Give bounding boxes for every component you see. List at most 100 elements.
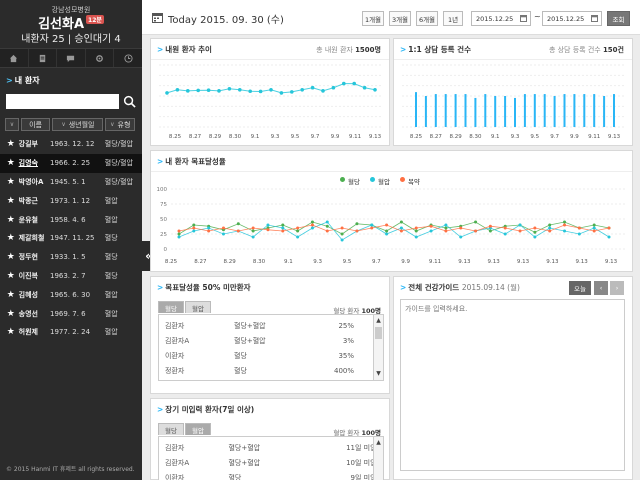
period-1-month-button[interactable]: 1개월 <box>362 11 384 26</box>
scrollbar[interactable]: ▲ <box>373 437 383 480</box>
patient-name[interactable]: 강길부 <box>19 139 50 149</box>
star-icon[interactable]: ★ <box>3 233 19 243</box>
table-row[interactable]: 이환자 혈당 35% <box>159 348 383 363</box>
patient-name[interactable]: 허원제 <box>19 327 50 337</box>
health-guide-input[interactable] <box>400 299 625 471</box>
table-row[interactable]: 이환자 혈당 9일 미입력 <box>159 470 383 480</box>
star-icon[interactable]: ★ <box>3 196 19 206</box>
bar <box>533 94 536 127</box>
patient-row[interactable]: ★ 송영선 1969. 7. 6 혈압 <box>0 304 142 323</box>
data-point <box>592 226 596 230</box>
data-point <box>342 81 346 86</box>
period-3-month-button[interactable]: 3개월 <box>389 11 411 26</box>
table-row[interactable]: 정환자 혈당 400% <box>159 363 383 378</box>
column-birth[interactable]: ∨ 생년월일 <box>52 118 104 131</box>
column-birth-label: 생년월일 <box>68 120 95 129</box>
y-tick-label: 0 <box>164 247 168 253</box>
period-6-month-button[interactable]: 6개월 <box>416 11 438 26</box>
column-name[interactable]: 이름 <box>20 118 51 131</box>
search-icon[interactable] <box>122 94 137 109</box>
patient-name[interactable]: 박종근 <box>19 196 50 206</box>
patient-name[interactable]: 김혜성 <box>19 290 50 300</box>
star-icon[interactable]: ★ <box>3 158 19 168</box>
chevron-left-icon: ‹ <box>599 284 603 292</box>
row-name: 김환자A <box>165 458 190 467</box>
patient-row[interactable]: ★ 제갈희철 1947. 11. 25 혈당 <box>0 229 142 248</box>
patient-stats[interactable]: 내환자 25 | 승인대기 4 <box>0 30 142 45</box>
row-type: 혈당+혈압 <box>234 336 266 345</box>
data-point <box>266 223 270 227</box>
tab-glucose[interactable]: 혈당 <box>158 301 184 313</box>
patient-trend-title: > 내원 환자 추이 <box>157 44 212 55</box>
scroll-thumb[interactable] <box>375 327 382 339</box>
patient-birth: 1973. 1. 12 <box>49 196 91 205</box>
table-row[interactable]: 김환자A 혈당+혈압 10일 미입력 <box>159 455 383 470</box>
patient-search-input[interactable] <box>6 94 119 109</box>
today-button[interactable]: 오늘 <box>569 281 591 295</box>
table-row[interactable]: 김환자A 혈당+혈압 3% <box>159 333 383 348</box>
scroll-down-icon[interactable]: ▼ <box>374 370 383 378</box>
patient-name[interactable]: 박영아A <box>19 177 50 187</box>
patient-row[interactable]: ★ 박종근 1973. 1. 12 혈압 <box>0 191 142 210</box>
star-icon[interactable]: ★ <box>3 327 19 337</box>
scroll-up-icon[interactable]: ▲ <box>374 317 383 325</box>
data-point <box>310 85 315 90</box>
bar <box>454 94 457 127</box>
star-icon[interactable]: ★ <box>3 290 19 300</box>
settings-icon[interactable] <box>86 49 115 67</box>
next-day-button[interactable]: › <box>610 281 624 295</box>
table-row[interactable]: 김환자 혈당+혈압 11일 미입력 <box>159 440 383 455</box>
patient-row[interactable]: ★ 이진복 1963. 2. 7 혈당 <box>0 267 142 286</box>
patient-type: 혈압 <box>104 309 118 318</box>
row-value: 3% <box>342 336 354 345</box>
table-row[interactable]: 김환자 혈당+혈압 25% <box>159 318 383 333</box>
under50-tabs: 혈당 혈압 <box>158 301 212 313</box>
column-name-label: 이름 <box>29 120 42 129</box>
star-icon[interactable]: ★ <box>3 309 19 319</box>
star-icon[interactable]: ★ <box>3 252 19 262</box>
patient-trend-total-value: 1500명 <box>355 46 381 54</box>
period-1-year-button[interactable]: 1년 <box>443 11 463 26</box>
patient-name[interactable]: 김영숙 <box>19 158 50 168</box>
scrollbar[interactable]: ▲ ▼ <box>373 315 383 380</box>
notification-badge[interactable]: 12분 <box>86 15 104 24</box>
star-icon[interactable]: ★ <box>3 271 19 281</box>
column-type[interactable]: ∨ 유형 <box>105 118 136 131</box>
scroll-up-icon[interactable]: ▲ <box>374 439 383 447</box>
patient-row[interactable]: ★ 강길부 1963. 12. 12 혈당/혈압 <box>0 135 142 154</box>
x-tick-label: 9.9 <box>401 259 410 265</box>
prev-day-button[interactable]: ‹ <box>594 281 608 295</box>
x-tick-label: 9.13 <box>608 134 621 140</box>
patient-name[interactable]: 윤유철 <box>19 215 50 225</box>
sort-toggle[interactable]: ∨ <box>5 118 19 131</box>
tab-glucose[interactable]: 혈당 <box>158 423 184 435</box>
patient-row[interactable]: ★ 박영아A 1945. 5. 1 혈당/혈압 <box>0 173 142 192</box>
search-button[interactable]: 조회 <box>607 11 630 26</box>
patient-name[interactable]: 제갈희철 <box>19 233 50 243</box>
patient-type: 혈압 <box>104 328 118 337</box>
row-name: 정환자 <box>165 366 185 375</box>
data-point <box>340 226 344 230</box>
arrow-icon: > <box>157 157 164 166</box>
data-point <box>399 220 403 224</box>
tab-pressure[interactable]: 혈압 <box>184 423 211 435</box>
patient-row[interactable]: ★ 허원제 1977. 2. 24 혈압 <box>0 323 142 342</box>
patient-name[interactable]: 정두현 <box>19 252 50 262</box>
patient-row[interactable]: ★ 김영숙 1966. 2. 25 혈당/혈압 <box>0 153 142 173</box>
chat-icon[interactable] <box>57 49 86 67</box>
document-icon[interactable] <box>29 49 58 67</box>
x-tick-label: 8.25 <box>169 134 182 140</box>
clock-icon[interactable] <box>114 49 142 67</box>
home-icon[interactable] <box>0 49 29 67</box>
star-icon[interactable]: ★ <box>3 177 19 187</box>
star-icon[interactable]: ★ <box>3 215 19 225</box>
patient-row[interactable]: ★ 정두현 1933. 1. 5 혈당 <box>0 248 142 267</box>
patient-row[interactable]: ★ 윤유철 1958. 4. 6 혈압 <box>0 210 142 229</box>
date-from-input[interactable]: 2015.12.25 <box>471 11 531 26</box>
patient-name[interactable]: 송영선 <box>19 309 50 319</box>
star-icon[interactable]: ★ <box>3 139 19 149</box>
tab-pressure[interactable]: 혈압 <box>184 301 211 313</box>
date-to-input[interactable]: 2015.12.25 <box>542 11 602 26</box>
patient-row[interactable]: ★ 김혜성 1965. 6. 30 혈압 <box>0 285 142 304</box>
patient-name[interactable]: 이진복 <box>19 271 50 281</box>
